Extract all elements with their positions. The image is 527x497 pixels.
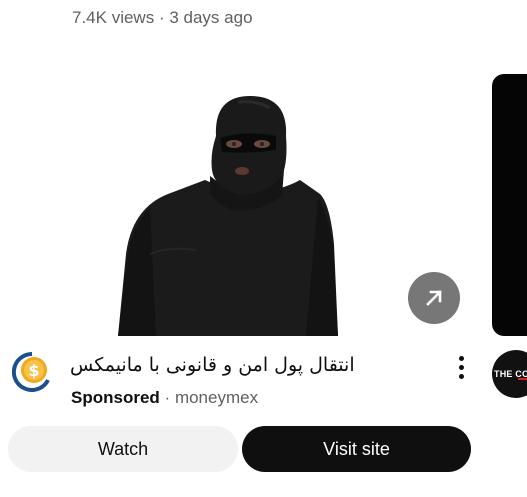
advertiser-logo[interactable]: $ xyxy=(11,351,52,392)
feed-page: 7.4K views · 3 days ago $ انتقال پول امن… xyxy=(0,0,527,497)
dollar-coin-logo: $ xyxy=(11,351,50,392)
subtitle-separator: · xyxy=(164,388,171,407)
next-video-card[interactable] xyxy=(492,74,527,336)
meta-separator: · xyxy=(158,8,165,27)
next-channel-avatar[interactable]: THE CO xyxy=(492,350,527,398)
sponsored-label: Sponsored xyxy=(71,388,160,407)
ad-title[interactable]: انتقال پول امن و قانونی با مانیمکس xyxy=(70,352,430,378)
ad-subtitle: Sponsored · moneymex xyxy=(71,388,258,408)
arrow-up-right-icon xyxy=(426,290,442,306)
watch-button[interactable]: Watch xyxy=(8,426,238,472)
more-options-button[interactable] xyxy=(448,352,474,382)
more-vert-icon xyxy=(458,355,464,361)
view-count: 7.4K views xyxy=(72,8,155,27)
advertiser-name: moneymex xyxy=(174,388,259,407)
upload-age: 3 days ago xyxy=(169,8,253,27)
visit-site-button[interactable]: Visit site xyxy=(242,426,471,472)
previous-video-meta: 7.4K views · 3 days ago xyxy=(72,8,253,28)
open-link-button[interactable] xyxy=(408,272,460,324)
svg-text:$: $ xyxy=(28,361,39,380)
